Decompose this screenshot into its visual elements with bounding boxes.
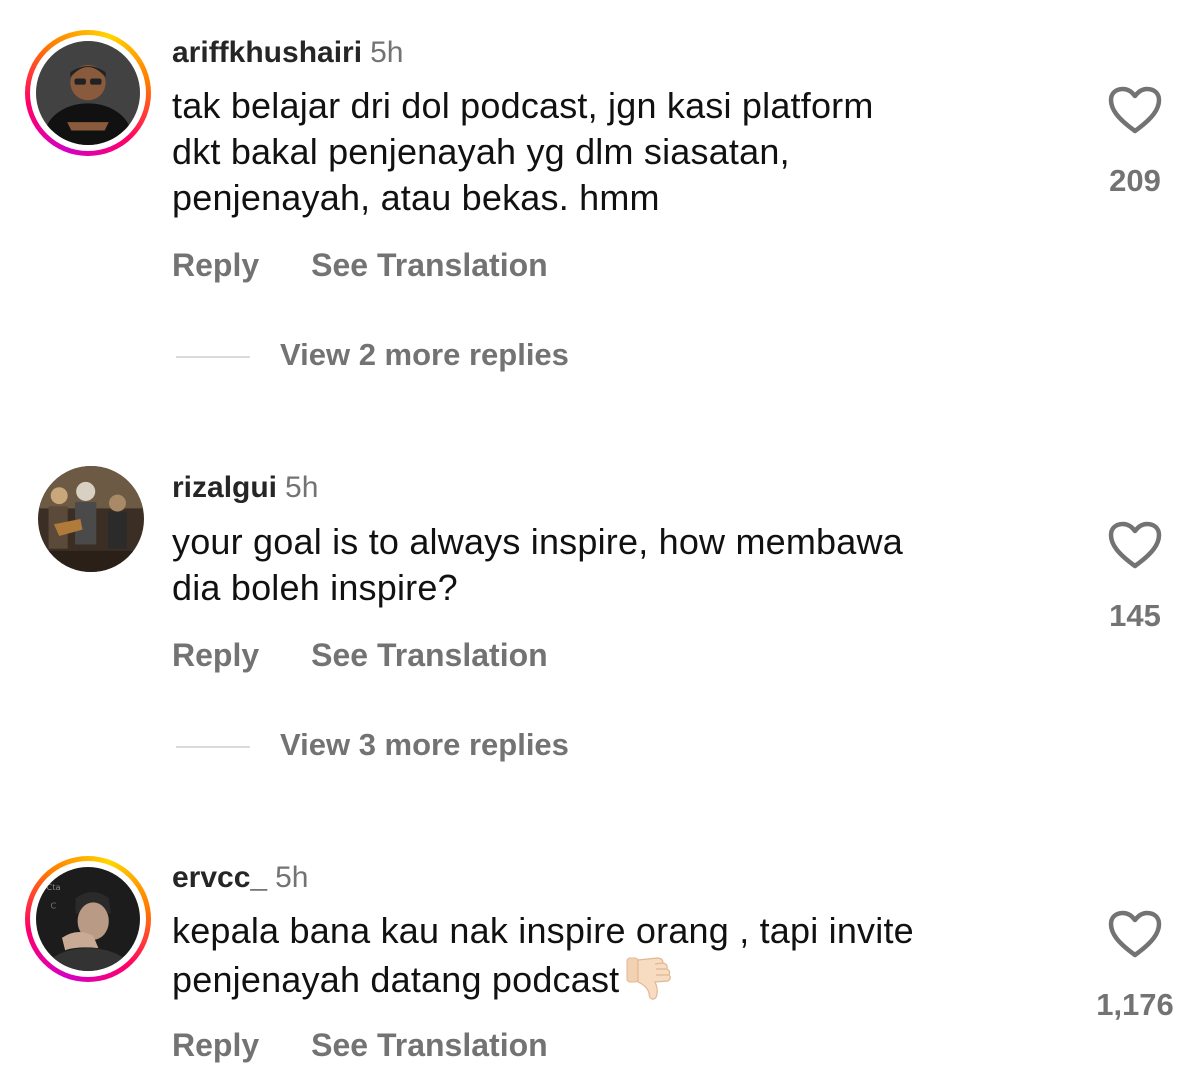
comment-line: dkt bakal penjenayah yg dlm siasatan, [172,131,790,172]
svg-text:C: C [51,901,57,911]
svg-text:Cta: Cta [46,882,60,892]
comment-actions: Reply See Translation [172,1025,548,1065]
comment-text: your goal is to always inspire, how memb… [172,519,1052,611]
like-control: 145 [1080,520,1190,634]
heart-icon[interactable] [1107,85,1163,135]
see-translation-button[interactable]: See Translation [311,247,548,283]
comment-line-with-emoji: penjenayah datang podcast [172,954,1052,1013]
comment-line: penjenayah datang podcast [172,959,620,1000]
heart-icon[interactable] [1107,909,1163,959]
comment-line: dia boleh inspire? [172,567,458,608]
comment-line: your goal is to always inspire, how memb… [172,521,903,562]
like-count: 1,176 [1096,987,1174,1022]
avatar-ervcc[interactable]: Cta C [25,856,151,982]
view-replies-label: View 3 more replies [280,727,569,762]
comment-text: kepala bana kau nak inspire orang , tapi… [172,908,1052,1013]
thumbs-down-icon [625,954,675,1013]
comment-text: tak belajar dri dol podcast, jgn kasi pl… [172,83,1052,221]
comment-actions: Reply See Translation [172,245,548,285]
see-translation-button[interactable]: See Translation [311,1027,548,1063]
username[interactable]: ervcc_ [172,861,267,894]
like-count: 209 [1109,163,1161,198]
timestamp: 5h [275,861,309,894]
divider-line [176,355,250,358]
reply-button[interactable]: Reply [172,637,259,673]
comment-header: ervcc_ 5h [172,860,308,896]
avatar-rizalgui[interactable] [38,466,144,572]
timestamp: 5h [370,36,404,69]
reply-button[interactable]: Reply [172,247,259,283]
like-count: 145 [1109,598,1161,633]
timestamp: 5h [285,471,319,504]
view-replies-button[interactable]: View 2 more replies [176,337,569,373]
profile-photo-icon [38,466,144,572]
profile-photo-icon [36,41,140,145]
comment-line: penjenayah, atau bekas. hmm [172,177,660,218]
avatar-ariffkhushairi[interactable] [25,30,151,156]
like-control: 1,176 [1080,909,1190,1023]
comment-actions: Reply See Translation [172,635,548,675]
see-translation-button[interactable]: See Translation [311,637,548,673]
view-replies-button[interactable]: View 3 more replies [176,727,569,763]
comment-line: kepala bana kau nak inspire orang , tapi… [172,910,914,951]
comment-header: ariffkhushairi 5h [172,35,403,71]
like-control: 209 [1080,85,1190,199]
username[interactable]: rizalgui [172,471,277,504]
comment-header: rizalgui 5h [172,470,318,506]
heart-icon[interactable] [1107,520,1163,570]
comment-line: tak belajar dri dol podcast, jgn kasi pl… [172,85,874,126]
profile-photo-icon: Cta C [36,867,140,971]
view-replies-label: View 2 more replies [280,337,569,372]
reply-button[interactable]: Reply [172,1027,259,1063]
username[interactable]: ariffkhushairi [172,36,362,69]
divider-line [176,745,250,748]
